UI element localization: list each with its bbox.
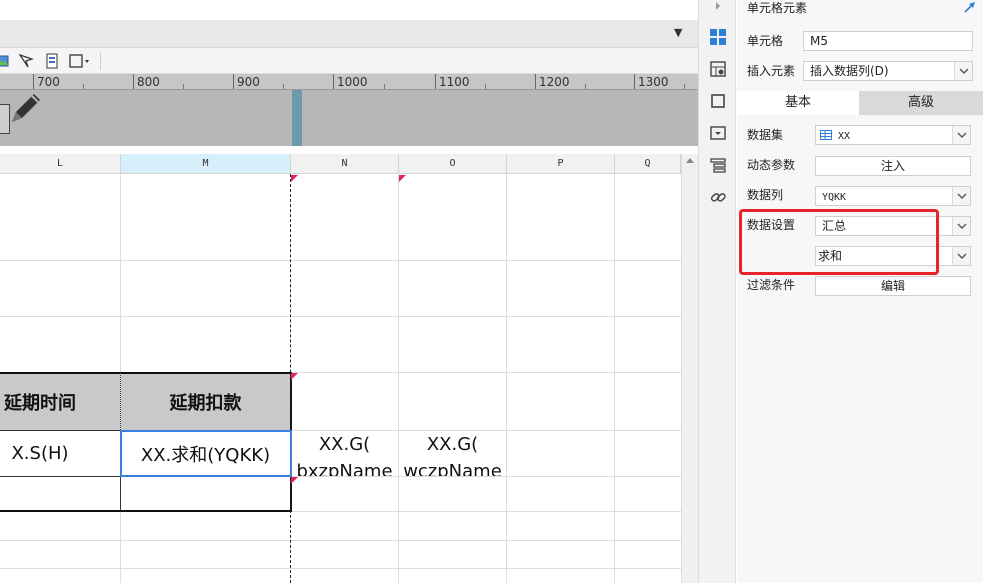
ruler-label: 1100 (435, 74, 470, 89)
ruler-label: 900 (233, 74, 260, 89)
grid-line (0, 316, 681, 317)
data-column-value: YQKK (822, 192, 847, 203)
column-header-m[interactable]: M (121, 154, 291, 174)
ruler-tick (384, 84, 385, 89)
dynamic-param-label: 动态参数 (747, 158, 796, 172)
panel-title: 单元格元素 (747, 1, 808, 15)
ruler-tick (83, 84, 84, 89)
column-header-l[interactable]: L (0, 154, 121, 174)
data-cell-n[interactable]: XX.G( bxzpName (291, 431, 398, 476)
grid-line (614, 174, 615, 583)
grid-line (0, 568, 681, 569)
scroll-up-icon[interactable] (686, 158, 694, 163)
editor-toolbar (0, 48, 698, 74)
corner-marker (399, 175, 406, 182)
grid-line (398, 174, 399, 583)
ruler-label: 1000 (333, 74, 368, 89)
column-header-q[interactable]: Q (615, 154, 681, 174)
table-inner-line (120, 373, 121, 430)
table-border (0, 372, 292, 374)
pointer-icon[interactable] (18, 53, 34, 69)
chevron-down-icon[interactable] (954, 62, 972, 80)
dataset-value: XX (838, 131, 851, 142)
corner-marker (291, 175, 298, 182)
header-cell-m[interactable]: 延期扣款 (121, 373, 290, 430)
ruler-tick (585, 84, 586, 89)
top-strip (0, 0, 698, 20)
ruler-label: 700 (33, 74, 60, 89)
border-dropdown-icon[interactable] (68, 53, 92, 69)
column-header-n[interactable]: N (291, 154, 399, 174)
ruler-tick (485, 84, 486, 89)
insert-element-select[interactable]: 插入数据列(D) (803, 61, 973, 81)
highlight-annotation (739, 209, 939, 275)
ruler-tick (684, 84, 685, 89)
side-icon-strip (698, 0, 736, 583)
data-column-select[interactable]: YQKK (815, 186, 971, 206)
edit-filter-button[interactable]: 编辑 (815, 276, 971, 296)
image-icon[interactable] (0, 53, 10, 69)
collapse-arrow-icon[interactable] (709, 0, 727, 12)
selected-cell-outline (120, 430, 292, 477)
dock-menu-icon[interactable]: ▼ (674, 26, 688, 40)
column-header-o[interactable]: O (399, 154, 507, 174)
ruler-label: 1300 (634, 74, 669, 89)
chevron-down-icon[interactable] (952, 187, 970, 205)
ruler-tick (283, 84, 284, 89)
panel-tabs: 基本 高级 (737, 91, 983, 115)
chevron-down-icon[interactable] (952, 217, 970, 235)
widget-icon[interactable] (709, 124, 727, 142)
vertical-scrollbar[interactable] (681, 154, 698, 583)
grid-line (0, 260, 681, 261)
insert-element-label: 插入元素 (747, 64, 796, 78)
design-canvas-band (0, 90, 698, 146)
dataset-select[interactable]: XX (815, 125, 971, 145)
chevron-down-icon[interactable] (952, 126, 970, 144)
layers-icon[interactable] (709, 156, 727, 174)
grid-line (506, 174, 507, 583)
property-panel: 单元格元素 单元格 M5 插入元素 插入数据列(D) 基本 高级 数据集 XX (737, 0, 983, 583)
pin-icon[interactable] (963, 0, 977, 14)
column-marker[interactable] (292, 90, 302, 146)
cell-field[interactable]: M5 (803, 31, 973, 51)
data-cell-o[interactable]: XX.G( wczpName (399, 431, 506, 476)
report-icon[interactable] (44, 53, 60, 69)
link-icon[interactable] (709, 188, 727, 206)
data-cell-l[interactable]: X.S(H) (0, 431, 120, 476)
cell-attribute-icon[interactable] (709, 60, 727, 78)
frame-icon[interactable] (709, 92, 727, 110)
column-header-p[interactable]: P (507, 154, 615, 174)
cell-element-icon[interactable] (709, 28, 727, 46)
tab-advanced[interactable]: 高级 (859, 91, 983, 115)
pencil-icon[interactable] (6, 90, 46, 130)
app-window: ▼ 700 800 900 1000 1100 1200 1300 L M N … (0, 0, 983, 583)
header-cell-l[interactable]: 延期时间 (0, 373, 120, 430)
corner-marker (291, 373, 298, 380)
filter-label: 过滤条件 (747, 278, 796, 292)
chevron-down-icon[interactable] (952, 247, 970, 265)
insert-element-value: 插入数据列(D) (810, 64, 889, 78)
toolbar-divider (100, 52, 101, 70)
cell-label: 单元格 (747, 34, 784, 48)
dataset-icon (820, 130, 832, 140)
ruler-label: 1200 (535, 74, 570, 89)
grid-line (0, 540, 681, 541)
corner-marker (291, 477, 298, 484)
horizontal-ruler: 700 800 900 1000 1100 1200 1300 (0, 74, 698, 90)
tab-basic[interactable]: 基本 (737, 91, 859, 115)
table-border (0, 510, 292, 512)
report-grid: L M N O P Q 延期时间 延期扣款 X.S(H) XX.求和(YQKK)… (0, 154, 681, 583)
ruler-label: 800 (133, 74, 160, 89)
dataset-label: 数据集 (747, 128, 784, 142)
editor-title-bar: ▼ (0, 20, 698, 48)
inject-button[interactable]: 注入 (815, 156, 971, 176)
data-column-label: 数据列 (747, 188, 784, 202)
ruler-tick (183, 84, 184, 89)
